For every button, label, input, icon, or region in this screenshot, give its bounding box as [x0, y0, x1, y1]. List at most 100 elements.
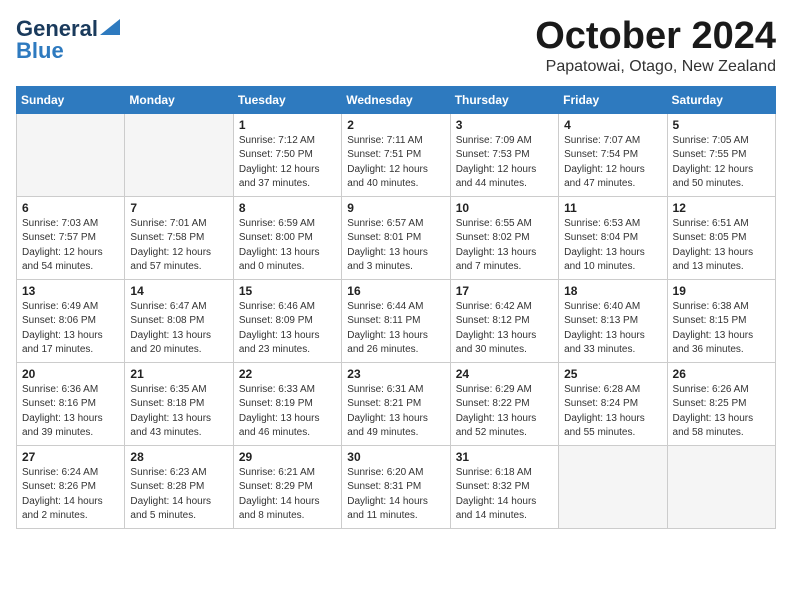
- day-number: 6: [22, 201, 119, 215]
- day-detail: Sunrise: 6:44 AMSunset: 8:11 PMDaylight:…: [347, 300, 444, 358]
- day-number: 10: [456, 201, 553, 215]
- calendar-cell: 22 Sunrise: 6:33 AMSunset: 8:19 PMDayligh…: [233, 362, 341, 445]
- calendar-cell: 31 Sunrise: 6:18 AMSunset: 8:32 PMDayligh…: [450, 445, 558, 528]
- calendar-table: SundayMondayTuesdayWednesdayThursdayFrid…: [16, 86, 776, 529]
- day-detail: Sunrise: 6:59 AMSunset: 8:00 PMDaylight:…: [239, 217, 336, 275]
- day-detail: Sunrise: 6:18 AMSunset: 8:32 PMDaylight:…: [456, 466, 553, 524]
- day-detail: Sunrise: 6:49 AMSunset: 8:06 PMDaylight:…: [22, 300, 119, 358]
- day-detail: Sunrise: 6:53 AMSunset: 8:04 PMDaylight:…: [564, 217, 661, 275]
- calendar-cell: 8 Sunrise: 6:59 AMSunset: 8:00 PMDaylight…: [233, 196, 341, 279]
- calendar-cell: 6 Sunrise: 7:03 AMSunset: 7:57 PMDaylight…: [17, 196, 125, 279]
- day-header-sunday: Sunday: [17, 86, 125, 113]
- day-number: 19: [673, 284, 770, 298]
- location-title: Papatowai, Otago, New Zealand: [535, 58, 776, 76]
- day-detail: Sunrise: 6:47 AMSunset: 8:08 PMDaylight:…: [130, 300, 227, 358]
- logo-blue: Blue: [16, 38, 64, 64]
- day-number: 21: [130, 367, 227, 381]
- month-title: October 2024: [535, 16, 776, 58]
- day-detail: Sunrise: 7:11 AMSunset: 7:51 PMDaylight:…: [347, 134, 444, 192]
- day-header-saturday: Saturday: [667, 86, 775, 113]
- calendar-cell: 11 Sunrise: 6:53 AMSunset: 8:04 PMDayligh…: [559, 196, 667, 279]
- day-number: 18: [564, 284, 661, 298]
- day-number: 3: [456, 118, 553, 132]
- day-detail: Sunrise: 6:42 AMSunset: 8:12 PMDaylight:…: [456, 300, 553, 358]
- calendar-cell: [559, 445, 667, 528]
- day-detail: Sunrise: 7:01 AMSunset: 7:58 PMDaylight:…: [130, 217, 227, 275]
- calendar-cell: 24 Sunrise: 6:29 AMSunset: 8:22 PMDayligh…: [450, 362, 558, 445]
- day-number: 12: [673, 201, 770, 215]
- day-detail: Sunrise: 7:09 AMSunset: 7:53 PMDaylight:…: [456, 134, 553, 192]
- calendar-cell: 7Sunrise: 7:01 AMSunset: 7:58 PMDaylight…: [125, 196, 233, 279]
- day-detail: Sunrise: 6:23 AMSunset: 8:28 PMDaylight:…: [130, 466, 227, 524]
- calendar-cell: 25 Sunrise: 6:28 AMSunset: 8:24 PMDayligh…: [559, 362, 667, 445]
- day-detail: Sunrise: 6:28 AMSunset: 8:24 PMDaylight:…: [564, 383, 661, 441]
- day-detail: Sunrise: 6:26 AMSunset: 8:25 PMDaylight:…: [673, 383, 770, 441]
- calendar-cell: 5Sunrise: 7:05 AMSunset: 7:55 PMDaylight…: [667, 113, 775, 196]
- title-block: October 2024 Papatowai, Otago, New Zeala…: [535, 16, 776, 76]
- calendar-cell: 1 Sunrise: 7:12 AMSunset: 7:50 PMDaylight…: [233, 113, 341, 196]
- day-number: 23: [347, 367, 444, 381]
- calendar-cell: 29 Sunrise: 6:21 AMSunset: 8:29 PMDayligh…: [233, 445, 341, 528]
- calendar-cell: 15Sunrise: 6:46 AMSunset: 8:09 PMDayligh…: [233, 279, 341, 362]
- day-detail: Sunrise: 6:33 AMSunset: 8:19 PMDaylight:…: [239, 383, 336, 441]
- calendar-cell: 21 Sunrise: 6:35 AMSunset: 8:18 PMDayligh…: [125, 362, 233, 445]
- day-number: 9: [347, 201, 444, 215]
- day-detail: Sunrise: 6:35 AMSunset: 8:18 PMDaylight:…: [130, 383, 227, 441]
- day-number: 17: [456, 284, 553, 298]
- calendar-cell: 12 Sunrise: 6:51 AMSunset: 8:05 PMDayligh…: [667, 196, 775, 279]
- day-number: 27: [22, 450, 119, 464]
- calendar-cell: 17 Sunrise: 6:42 AMSunset: 8:12 PMDayligh…: [450, 279, 558, 362]
- day-number: 20: [22, 367, 119, 381]
- day-number: 29: [239, 450, 336, 464]
- day-number: 31: [456, 450, 553, 464]
- day-number: 26: [673, 367, 770, 381]
- day-number: 13: [22, 284, 119, 298]
- calendar-cell: 30 Sunrise: 6:20 AMSunset: 8:31 PMDayligh…: [342, 445, 450, 528]
- calendar-cell: 20 Sunrise: 6:36 AMSunset: 8:16 PMDayligh…: [17, 362, 125, 445]
- day-detail: Sunrise: 7:07 AMSunset: 7:54 PMDaylight:…: [564, 134, 661, 192]
- calendar-cell: 2 Sunrise: 7:11 AMSunset: 7:51 PMDaylight…: [342, 113, 450, 196]
- calendar-cell: [125, 113, 233, 196]
- calendar-cell: 19 Sunrise: 6:38 AMSunset: 8:15 PMDayligh…: [667, 279, 775, 362]
- day-detail: Sunrise: 6:51 AMSunset: 8:05 PMDaylight:…: [673, 217, 770, 275]
- day-detail: Sunrise: 6:21 AMSunset: 8:29 PMDaylight:…: [239, 466, 336, 524]
- day-detail: Sunrise: 6:20 AMSunset: 8:31 PMDaylight:…: [347, 466, 444, 524]
- day-header-tuesday: Tuesday: [233, 86, 341, 113]
- day-number: 8: [239, 201, 336, 215]
- day-header-thursday: Thursday: [450, 86, 558, 113]
- calendar-cell: 26 Sunrise: 6:26 AMSunset: 8:25 PMDayligh…: [667, 362, 775, 445]
- day-number: 22: [239, 367, 336, 381]
- calendar-cell: 9 Sunrise: 6:57 AMSunset: 8:01 PMDaylight…: [342, 196, 450, 279]
- calendar-cell: [667, 445, 775, 528]
- day-detail: Sunrise: 6:31 AMSunset: 8:21 PMDaylight:…: [347, 383, 444, 441]
- day-header-wednesday: Wednesday: [342, 86, 450, 113]
- day-number: 28: [130, 450, 227, 464]
- day-number: 24: [456, 367, 553, 381]
- day-number: 11: [564, 201, 661, 215]
- calendar-cell: 14Sunrise: 6:47 AMSunset: 8:08 PMDayligh…: [125, 279, 233, 362]
- day-detail: Sunrise: 6:40 AMSunset: 8:13 PMDaylight:…: [564, 300, 661, 358]
- day-number: 16: [347, 284, 444, 298]
- day-detail: Sunrise: 6:38 AMSunset: 8:15 PMDaylight:…: [673, 300, 770, 358]
- day-detail: Sunrise: 7:03 AMSunset: 7:57 PMDaylight:…: [22, 217, 119, 275]
- day-detail: Sunrise: 6:57 AMSunset: 8:01 PMDaylight:…: [347, 217, 444, 275]
- day-number: 25: [564, 367, 661, 381]
- day-detail: Sunrise: 6:55 AMSunset: 8:02 PMDaylight:…: [456, 217, 553, 275]
- calendar-cell: 23 Sunrise: 6:31 AMSunset: 8:21 PMDayligh…: [342, 362, 450, 445]
- calendar-cell: [17, 113, 125, 196]
- calendar-cell: 27 Sunrise: 6:24 AMSunset: 8:26 PMDayligh…: [17, 445, 125, 528]
- day-number: 2: [347, 118, 444, 132]
- day-detail: Sunrise: 7:05 AMSunset: 7:55 PMDaylight:…: [673, 134, 770, 192]
- calendar-cell: 3 Sunrise: 7:09 AMSunset: 7:53 PMDaylight…: [450, 113, 558, 196]
- day-detail: Sunrise: 6:36 AMSunset: 8:16 PMDaylight:…: [22, 383, 119, 441]
- logo: General Blue: [16, 16, 120, 64]
- day-number: 1: [239, 118, 336, 132]
- calendar-cell: 18 Sunrise: 6:40 AMSunset: 8:13 PMDayligh…: [559, 279, 667, 362]
- calendar-cell: 4Sunrise: 7:07 AMSunset: 7:54 PMDaylight…: [559, 113, 667, 196]
- day-detail: Sunrise: 6:46 AMSunset: 8:09 PMDaylight:…: [239, 300, 336, 358]
- calendar-cell: 13 Sunrise: 6:49 AMSunset: 8:06 PMDayligh…: [17, 279, 125, 362]
- day-detail: Sunrise: 6:29 AMSunset: 8:22 PMDaylight:…: [456, 383, 553, 441]
- day-number: 30: [347, 450, 444, 464]
- day-detail: Sunrise: 6:24 AMSunset: 8:26 PMDaylight:…: [22, 466, 119, 524]
- day-detail: Sunrise: 7:12 AMSunset: 7:50 PMDaylight:…: [239, 134, 336, 192]
